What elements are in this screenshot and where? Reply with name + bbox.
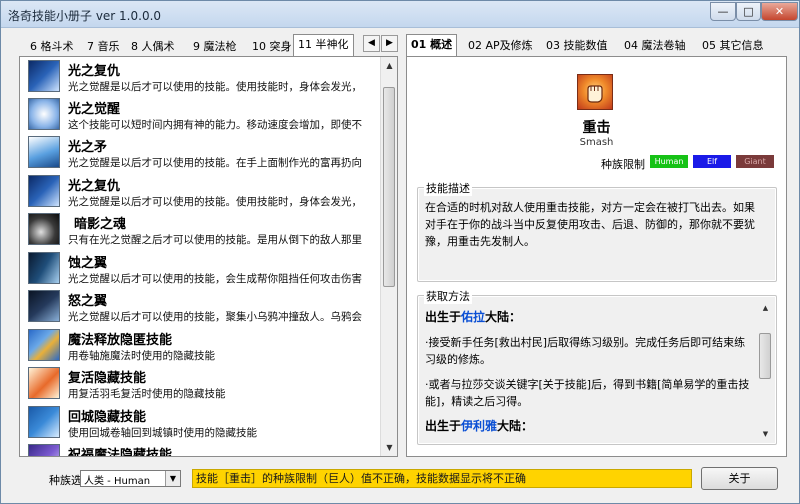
region-heading: 出生于佑拉大陆： [425, 310, 522, 324]
tab-prev-button[interactable]: ◀ [363, 35, 380, 52]
app-window: 洛奇技能小册子 ver 1.0.0.0 — □ ✕ 6 格斗术 7 音乐 8 人… [0, 0, 800, 504]
tab-9[interactable]: 9 魔法枪 [188, 36, 242, 56]
skill-description-group: 在合适的时机对敌人使用重击技能，对方一定会在被打飞出去。如果对手在于你的战斗当中… [417, 180, 777, 282]
scroll-thumb[interactable] [759, 333, 771, 379]
acquisition-method: ·接受新手任务[救出村民]后取得练习级别。完成任务后即可结束练习级的修炼。 [425, 336, 746, 366]
wrath-wing-icon [28, 290, 60, 322]
skill-list-scrollbar[interactable]: ▲ ▼ [380, 57, 397, 456]
acquisition-legend: 获取方法 [424, 288, 472, 304]
list-item[interactable]: 光之复仇 光之觉醒是以后才可以使用的技能。使用技能时，身体会发光， [28, 173, 380, 211]
list-item[interactable]: 回城隐藏技能 使用回城卷轴回到城镇时使用的隐藏技能 [28, 404, 380, 442]
tab-10[interactable]: 10 突身 [247, 36, 297, 56]
tab-8[interactable]: 8 人偶术 [126, 36, 180, 56]
skill-list: 光之复仇 光之觉醒是以后才可以使用的技能。使用技能时，身体会发光， 光之觉醒 这… [19, 56, 398, 457]
race-limit-label: 种族限制 [601, 158, 645, 171]
detail-panel: 重击 Smash 种族限制 Human Elf Giant 在合适的时机对敌人使… [406, 56, 787, 457]
list-item[interactable]: 光之矛 光之觉醒是以后才可以使用的技能。在手上面制作光的富再扔向 [28, 134, 380, 172]
skill-name: 重击 [582, 120, 611, 136]
chevron-down-icon[interactable]: ▼ [165, 471, 180, 486]
scroll-up-icon[interactable]: ▲ [382, 58, 397, 73]
tab-11[interactable]: 11 半神化 [293, 34, 354, 57]
race-badge-elf: Elf [693, 155, 731, 168]
list-item[interactable]: 魔法释放隐匿技能 用卷轴施魔法时使用的隐藏技能 [28, 327, 380, 365]
eclipse-wing-icon [28, 252, 60, 284]
skill-description: 在合适的时机对敌人使用重击技能，对方一定会在被打飞出去。如果对手在于你的战斗当中… [425, 201, 755, 248]
light-revenge-icon [28, 175, 60, 207]
about-button[interactable]: 关于 [701, 467, 778, 490]
smash-fist-icon [577, 74, 613, 110]
status-message: 技能［重击］的种族限制（巨人）值不正确，技能数据显示将不正确 [192, 469, 692, 488]
close-button[interactable]: ✕ [761, 2, 798, 21]
region-heading: 出生于伊利雅大陆： [425, 419, 534, 433]
tab-next-button[interactable]: ▶ [381, 35, 398, 52]
race-select[interactable]: 人类 - Human ▼ [80, 470, 181, 487]
return-scroll-icon [28, 406, 60, 438]
list-item[interactable]: 祝福魔法隐藏技能 [28, 442, 380, 456]
list-item[interactable]: 怒之翼 光之觉醒以后才可以使用的技能，聚集小乌鸦冲撞敌人。乌鸦会 [28, 288, 380, 326]
tab-skill-values[interactable]: 03 技能数值 [542, 36, 612, 56]
race-badge-human: Human [650, 155, 688, 168]
acquisition-method: ·或者与拉莎交谈关键字[关于技能]后，得到书籍[简单易学的重击技能]，精读之后习… [425, 378, 750, 408]
tab-7[interactable]: 7 音乐 [82, 36, 125, 56]
skill-name-en: Smash [579, 137, 614, 148]
tab-overview[interactable]: 01 概述 [406, 34, 458, 57]
list-item[interactable]: 光之觉醒 这个技能可以短时间内拥有神的能力。移动速度会增加，即使不 [28, 96, 380, 134]
tab-ap-training[interactable]: 02 AP及修炼 [464, 36, 537, 56]
title-bar: 洛奇技能小册子 ver 1.0.0.0 — □ ✕ [1, 1, 799, 28]
race-badge-giant: Giant [736, 155, 774, 168]
scroll-thumb[interactable] [383, 87, 395, 287]
feather-icon [28, 367, 60, 399]
window-title: 洛奇技能小册子 ver 1.0.0.0 [8, 9, 162, 23]
shadow-soul-icon [28, 213, 60, 245]
tab-6[interactable]: 6 格斗术 [25, 36, 79, 56]
tab-other-info[interactable]: 05 其它信息 [698, 36, 768, 56]
acquisition-group: 出生于佑拉大陆： ·接受新手任务[救出村民]后取得练习级别。完成任务后即可结束练… [417, 288, 777, 445]
light-awakening-icon [28, 98, 60, 130]
list-item[interactable]: 蚀之翼 光之觉醒以后才可以使用的技能，会生成帮你阻挡任何攻击伤害 [28, 250, 380, 288]
scroll-down-icon[interactable]: ▼ [382, 440, 397, 455]
tab-magic-scroll[interactable]: 04 魔法卷轴 [620, 36, 690, 56]
light-revenge-icon [28, 60, 60, 92]
minimize-button[interactable]: — [710, 2, 736, 21]
scroll-up-icon[interactable]: ▲ [758, 301, 773, 315]
list-item[interactable]: 复活隐藏技能 用复活羽毛复活时使用的隐藏技能 [28, 365, 380, 403]
race-select-value: 人类 - Human [84, 476, 151, 487]
maximize-button[interactable]: □ [736, 2, 761, 21]
light-spear-icon [28, 136, 60, 168]
list-item[interactable]: 暗影之魂 只有在光之觉醒之后才可以使用的技能。是用从倒下的敌人那里 [28, 211, 380, 249]
list-item[interactable]: 光之复仇 光之觉醒是以后才可以使用的技能。使用技能时，身体会发光， [28, 58, 380, 96]
acquisition-text: 出生于佑拉大陆： ·接受新手任务[救出村民]后取得练习级别。完成任务后即可结束练… [425, 305, 751, 435]
blessing-icon [28, 444, 60, 456]
scroll-down-icon[interactable]: ▼ [758, 427, 773, 441]
skill-description-legend: 技能描述 [424, 180, 472, 196]
magic-scroll-icon [28, 329, 60, 361]
acquisition-scrollbar[interactable]: ▲ ▼ [758, 299, 773, 441]
